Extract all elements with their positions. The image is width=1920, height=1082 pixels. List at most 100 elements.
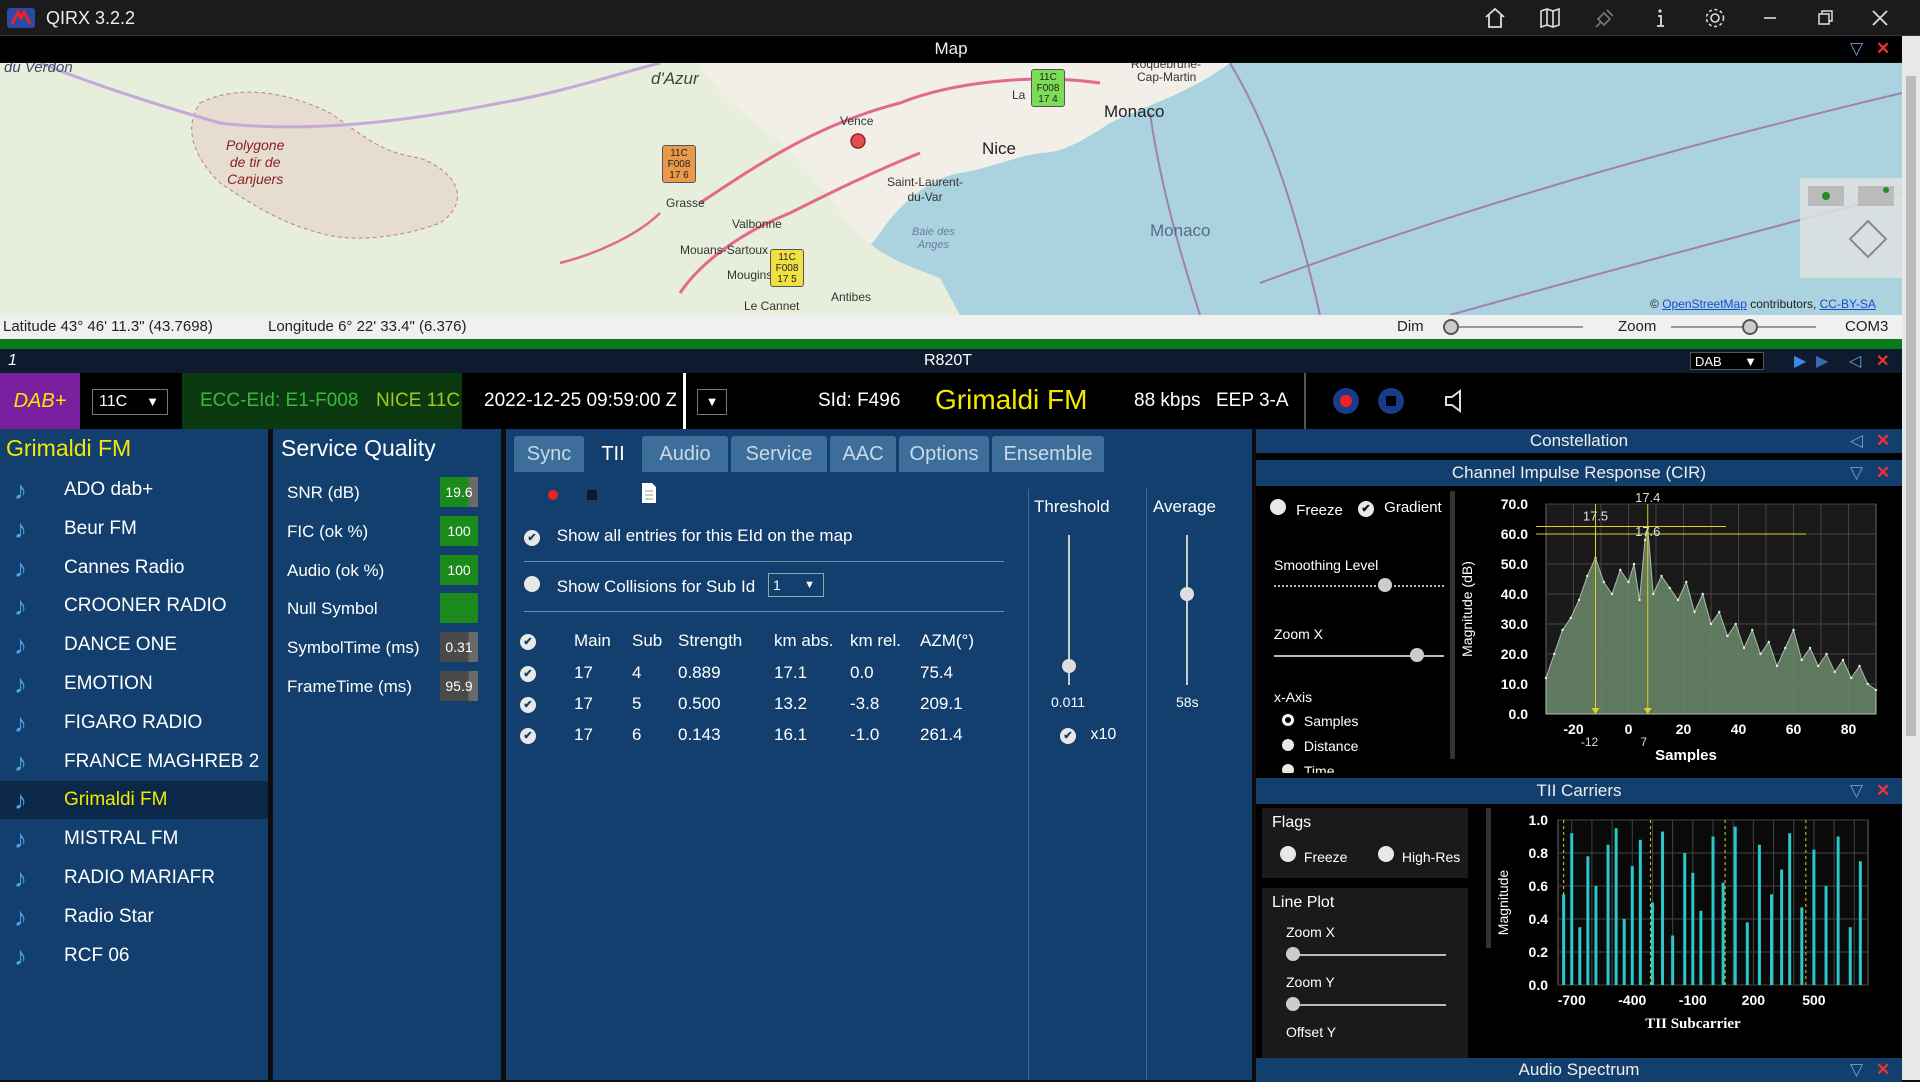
average-slider[interactable] <box>1180 535 1194 685</box>
check-icon[interactable]: ✔ <box>520 697 536 713</box>
tab-tii[interactable]: TII <box>587 436 639 472</box>
show-all-option[interactable]: ✔ Show all entries for this EId on the m… <box>524 526 853 546</box>
check-icon[interactable]: ✔ <box>1060 728 1076 744</box>
service-item[interactable]: ♪ RCF 06 <box>0 937 268 975</box>
radio-icon[interactable] <box>1270 499 1286 515</box>
tii-zoom-x-slider-thumb[interactable] <box>1286 947 1300 961</box>
record-icon[interactable] <box>548 490 558 500</box>
mode-select[interactable]: DAB ▼ <box>1690 352 1764 370</box>
average-slider-thumb[interactable] <box>1180 587 1194 601</box>
service-item[interactable]: ♪ DANCE ONE <box>0 626 268 664</box>
service-item[interactable]: ♪ Grimaldi FM <box>0 781 268 820</box>
collapse-icon[interactable]: ▽ <box>1850 36 1863 62</box>
radio-selected-icon[interactable] <box>1282 714 1294 726</box>
check-icon[interactable]: ✔ <box>520 728 536 744</box>
service-item[interactable]: ♪ RADIO MARIAFR <box>0 859 268 897</box>
close-cir-icon[interactable]: ✕ <box>1876 460 1890 486</box>
cir-gradient-option[interactable]: ✔ Gradient <box>1358 499 1442 517</box>
tii-marker[interactable]: 11C F008 17 4 <box>1031 69 1065 107</box>
highres-option[interactable]: High-Res <box>1378 846 1460 865</box>
radio-icon[interactable] <box>1282 764 1294 773</box>
service-item[interactable]: ♪ FIGARO RADIO <box>0 704 268 742</box>
sub-id-select[interactable]: 1 ▼ <box>768 573 824 597</box>
dim-slider[interactable] <box>1443 319 1583 335</box>
map-view[interactable]: du Verdon d'Azur Polygone de tir de Canj… <box>0 63 1902 315</box>
dim-slider-thumb[interactable] <box>1443 319 1459 335</box>
cir-zoom-x-slider-thumb[interactable] <box>1410 648 1424 662</box>
tab-service[interactable]: Service <box>731 436 827 472</box>
tii-zoom-y-slider-thumb[interactable] <box>1286 997 1300 1011</box>
samples-option[interactable]: Samples <box>1282 713 1358 729</box>
close-tii-carriers-icon[interactable]: ✕ <box>1876 778 1890 804</box>
service-item[interactable]: ♪ EMOTION <box>0 665 268 703</box>
collapse-left-icon[interactable]: ◁ <box>1849 351 1861 371</box>
tab-audio[interactable]: Audio <box>642 436 728 472</box>
close-device-icon[interactable]: ✕ <box>1876 351 1889 371</box>
tii-zoom-x-slider[interactable] <box>1286 947 1446 961</box>
distance-option[interactable]: Distance <box>1282 738 1358 754</box>
document-icon[interactable] <box>640 482 658 504</box>
show-collisions-option[interactable]: Show Collisions for Sub Id <box>524 576 755 597</box>
home-icon[interactable] <box>1483 6 1507 30</box>
cir-zoom-x-slider[interactable] <box>1274 648 1444 662</box>
collapse-icon[interactable]: ▽ <box>1850 778 1863 804</box>
check-icon[interactable]: ✔ <box>520 634 536 650</box>
service-item[interactable]: ♪ Cannes Radio <box>0 549 268 587</box>
tii-marker[interactable]: 11C F008 17 6 <box>662 145 696 183</box>
tii-freeze-option[interactable]: Freeze <box>1280 846 1347 865</box>
tab-ensemble[interactable]: Ensemble <box>992 436 1104 472</box>
service-item[interactable]: ♪ Radio Star <box>0 898 268 936</box>
service-item[interactable]: ♪ ADO dab+ <box>0 471 268 509</box>
threshold-slider[interactable] <box>1062 535 1076 685</box>
datetime-dropdown[interactable]: ▼ <box>697 389 727 415</box>
service-item[interactable]: ♪ MISTRAL FM <box>0 820 268 858</box>
tab-aac[interactable]: AAC <box>830 436 896 472</box>
maximize-icon[interactable] <box>1813 6 1837 30</box>
tii-table-row[interactable]: ✔ 17 6 0.143 16.1 -1.0 261.4 <box>520 721 1000 751</box>
threshold-slider-thumb[interactable] <box>1062 659 1076 673</box>
close-icon[interactable] <box>1868 6 1892 30</box>
service-item[interactable]: ♪ FRANCE MAGHREB 2 <box>0 743 268 781</box>
osm-link[interactable]: OpenStreetMap <box>1662 297 1747 311</box>
radio-icon[interactable] <box>1282 739 1294 751</box>
scrollbar-thumb[interactable] <box>1906 76 1916 736</box>
scrollbar[interactable] <box>1450 491 1455 759</box>
license-link[interactable]: CC-BY-SA <box>1820 297 1876 311</box>
play-next-icon[interactable]: ▶ <box>1816 351 1828 371</box>
speaker-icon[interactable] <box>1443 388 1467 414</box>
collapse-icon[interactable]: ▽ <box>1850 460 1863 486</box>
smoothing-slider[interactable] <box>1274 578 1444 592</box>
time-option[interactable]: Time <box>1282 763 1402 773</box>
tii-zoom-y-slider[interactable] <box>1286 997 1446 1011</box>
service-item[interactable]: ♪ Beur FM <box>0 510 268 548</box>
info-icon[interactable] <box>1648 6 1672 30</box>
collapse-left-icon[interactable]: ◁ <box>1850 429 1863 453</box>
stop-icon[interactable] <box>587 490 597 500</box>
tii-table-row[interactable]: ✔ 17 4 0.889 17.1 0.0 75.4 <box>520 659 1000 689</box>
close-constellation-icon[interactable]: ✕ <box>1876 429 1890 453</box>
satellite-icon[interactable] <box>1593 6 1617 30</box>
tii-marker[interactable]: 11C F008 17 5 <box>770 249 804 287</box>
channel-select[interactable]: 11C ▼ <box>92 389 168 415</box>
window-scrollbar[interactable] <box>1902 36 1920 1080</box>
service-item[interactable]: ♪ CROONER RADIO <box>0 587 268 625</box>
zoom-slider-thumb[interactable] <box>1741 319 1758 335</box>
smoothing-slider-thumb[interactable] <box>1378 578 1392 592</box>
close-audio-spectrum-icon[interactable]: ✕ <box>1876 1058 1890 1082</box>
gear-icon[interactable] <box>1703 6 1727 30</box>
cir-freeze-option[interactable]: Freeze <box>1270 499 1343 519</box>
check-icon[interactable]: ✔ <box>524 530 540 546</box>
check-icon[interactable]: ✔ <box>1358 501 1374 517</box>
tab-options[interactable]: Options <box>899 436 989 472</box>
tab-sync[interactable]: Sync <box>514 436 584 472</box>
radio-icon[interactable] <box>524 576 540 592</box>
radio-icon[interactable] <box>1378 846 1394 862</box>
play-icon[interactable]: ▶ <box>1794 351 1806 371</box>
map-icon[interactable] <box>1538 6 1562 30</box>
collapse-icon[interactable]: ▽ <box>1850 1058 1863 1082</box>
radio-icon[interactable] <box>1280 846 1296 862</box>
zoom-slider[interactable] <box>1671 319 1816 335</box>
close-map-icon[interactable]: ✕ <box>1876 36 1890 62</box>
scrollbar[interactable] <box>1486 808 1491 948</box>
check-icon[interactable]: ✔ <box>520 666 536 682</box>
